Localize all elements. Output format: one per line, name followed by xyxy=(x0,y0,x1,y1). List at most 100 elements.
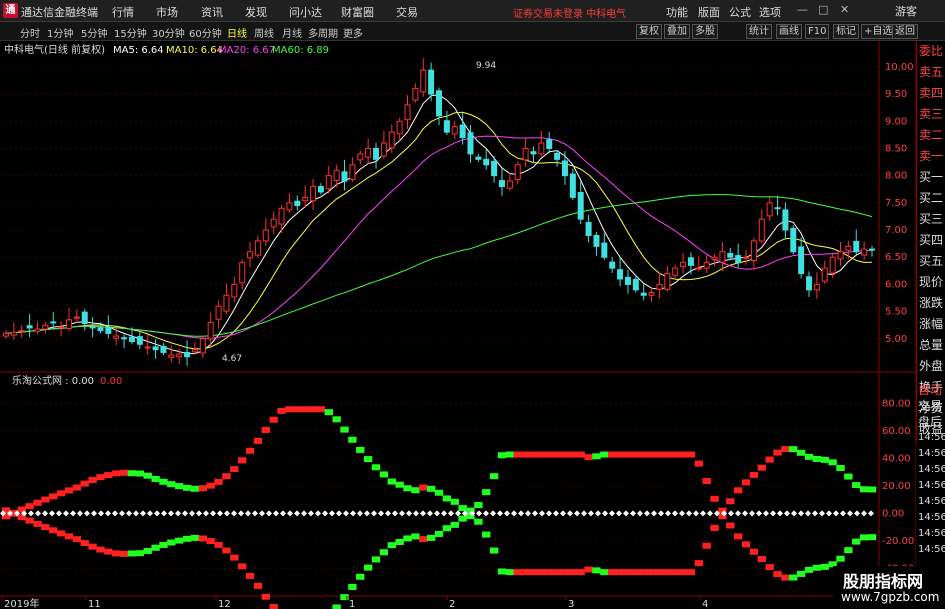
stock-name-label: 中科电气(日线 前复权) xyxy=(4,43,105,56)
menu-item-market[interactable]: 行情 xyxy=(112,4,134,20)
period-monthly[interactable]: 月线 xyxy=(282,25,302,40)
oscillator-bar-lower xyxy=(836,555,845,562)
draw-line-button[interactable]: 画线 xyxy=(776,24,802,39)
maximize-icon[interactable]: □ xyxy=(818,3,828,16)
minimize-icon[interactable]: — xyxy=(797,3,808,16)
oscillator-bar-lower xyxy=(419,536,428,543)
period-60min[interactable]: 60分钟 xyxy=(189,25,222,40)
oscillator-bar-upper xyxy=(694,460,703,467)
date-axis-label: 2 xyxy=(449,599,455,609)
oscillator-bar-lower xyxy=(182,535,192,542)
date-axis-label: 3 xyxy=(568,599,574,609)
oscillator-bar-lower xyxy=(733,533,743,540)
period-15min[interactable]: 15分钟 xyxy=(114,25,147,40)
oscillator-bar-upper xyxy=(639,451,648,458)
oscillator-bar-upper xyxy=(631,451,641,458)
oscillator-bar-upper xyxy=(182,484,192,491)
period-timeshare[interactable]: 分时 xyxy=(20,25,40,40)
candle-body xyxy=(26,325,33,329)
quote-label: 涨跌 xyxy=(919,296,944,310)
candle-body xyxy=(121,337,128,340)
candle-body xyxy=(396,120,403,135)
candle-body xyxy=(829,256,836,274)
multi-stock-button[interactable]: 多股 xyxy=(692,24,718,39)
period-daily[interactable]: 日线 xyxy=(227,25,247,40)
low-price-label: 4.67 xyxy=(222,354,242,364)
oscillator-bar-lower xyxy=(245,572,255,579)
ma60-label: MA60: 6.89 xyxy=(272,45,329,56)
oscillator-bar-lower xyxy=(489,547,499,554)
oscillator-bar-upper xyxy=(104,472,113,479)
menu-item-discover[interactable]: 发现 xyxy=(245,4,267,20)
price-axis-label: 7.00 xyxy=(885,225,907,236)
candle-body xyxy=(774,207,781,210)
menu-item-wealth[interactable]: 财富圈 xyxy=(341,4,374,20)
oscillator-bar-upper xyxy=(804,453,814,460)
period-30min[interactable]: 30分钟 xyxy=(152,25,185,40)
period-5min[interactable]: 5分钟 xyxy=(81,25,107,40)
oscillator-bar-upper xyxy=(363,456,373,463)
date-axis-label: 4 xyxy=(702,599,708,609)
menu-item-options[interactable]: 选项 xyxy=(759,4,781,20)
menu-item-exchange[interactable]: 市场 xyxy=(156,4,178,20)
date-axis-label: 12 xyxy=(218,599,231,609)
oscillator-bar-upper xyxy=(41,496,50,503)
period-more[interactable]: 更多 xyxy=(343,25,363,40)
menu-item-news[interactable]: 资讯 xyxy=(201,4,223,20)
oscillator-bar-lower xyxy=(663,569,672,576)
oscillator-bar-upper xyxy=(781,446,790,453)
oscillator-bar-lower xyxy=(49,527,58,534)
oscillator-bar-upper xyxy=(206,482,215,489)
oscillator-bar-upper xyxy=(175,483,184,490)
candle-body xyxy=(853,240,860,253)
stock-chart[interactable]: 中科电气(日线 前复权) MA5: 6.64 MA10: 6.64 MA20: … xyxy=(0,41,916,609)
oscillator-bar-lower xyxy=(198,535,208,542)
stats-button[interactable]: 统计 xyxy=(746,24,772,39)
candle-body xyxy=(640,292,647,296)
side-panel: 自动 交易 盘后 14:56 14:56 14:56 14:56 14:56 14:56 14:5… xyxy=(916,382,945,566)
mark-button[interactable]: 标记 xyxy=(833,24,859,39)
menu-item-formula[interactable]: 公式 xyxy=(729,4,751,20)
oscillator-bar-upper xyxy=(230,466,239,473)
menu-item-ask[interactable]: 问小达 xyxy=(289,4,322,20)
oscillator-bar-upper xyxy=(560,451,570,458)
candle-body xyxy=(207,321,214,340)
candle-body xyxy=(758,218,765,242)
adjust-button[interactable]: 复权 xyxy=(636,24,662,39)
oscillator-bar-lower xyxy=(135,550,145,557)
period-1min[interactable]: 1分钟 xyxy=(47,25,73,40)
price-axis-label: 8.00 xyxy=(885,171,907,182)
menu-item-function[interactable]: 功能 xyxy=(666,4,688,20)
candle-body xyxy=(648,292,655,296)
overlay-button[interactable]: 叠加 xyxy=(664,24,690,39)
menu-item-trade[interactable]: 交易 xyxy=(396,4,418,20)
oscillator-bar-lower xyxy=(230,554,239,561)
menu-item-layout[interactable]: 版面 xyxy=(698,4,720,20)
oscillator-bar-lower xyxy=(513,569,522,576)
period-weekly[interactable]: 周线 xyxy=(254,25,274,40)
f10-button[interactable]: F10 xyxy=(805,24,830,39)
candle-body xyxy=(813,283,820,291)
oscillator-bar-upper xyxy=(143,472,152,479)
guest-label[interactable]: 游客 xyxy=(895,3,917,19)
close-icon[interactable]: ✕ xyxy=(840,3,849,16)
oscillator-bar-lower xyxy=(379,549,389,556)
back-button[interactable]: 返回 xyxy=(892,24,918,39)
oscillator-bar-lower xyxy=(781,574,790,581)
oscillator-bar-lower xyxy=(64,533,74,540)
add-watchlist-button[interactable]: +自选 xyxy=(861,24,896,39)
candle-body xyxy=(593,234,600,247)
candle-body xyxy=(530,151,537,155)
oscillator-bar-lower xyxy=(363,564,373,571)
oscillator-bar-lower xyxy=(190,534,200,541)
candle-body xyxy=(467,132,474,155)
candle-body xyxy=(97,327,104,332)
oscillator-bar-upper xyxy=(269,416,278,423)
candle-body xyxy=(719,251,726,263)
oscillator-bar-lower xyxy=(655,569,664,576)
candle-body xyxy=(687,257,694,266)
candle-body xyxy=(412,88,419,101)
period-multi[interactable]: 多周期 xyxy=(308,25,338,40)
oscillator-bar-upper xyxy=(844,473,853,480)
oscillator-bar-upper xyxy=(277,407,286,414)
